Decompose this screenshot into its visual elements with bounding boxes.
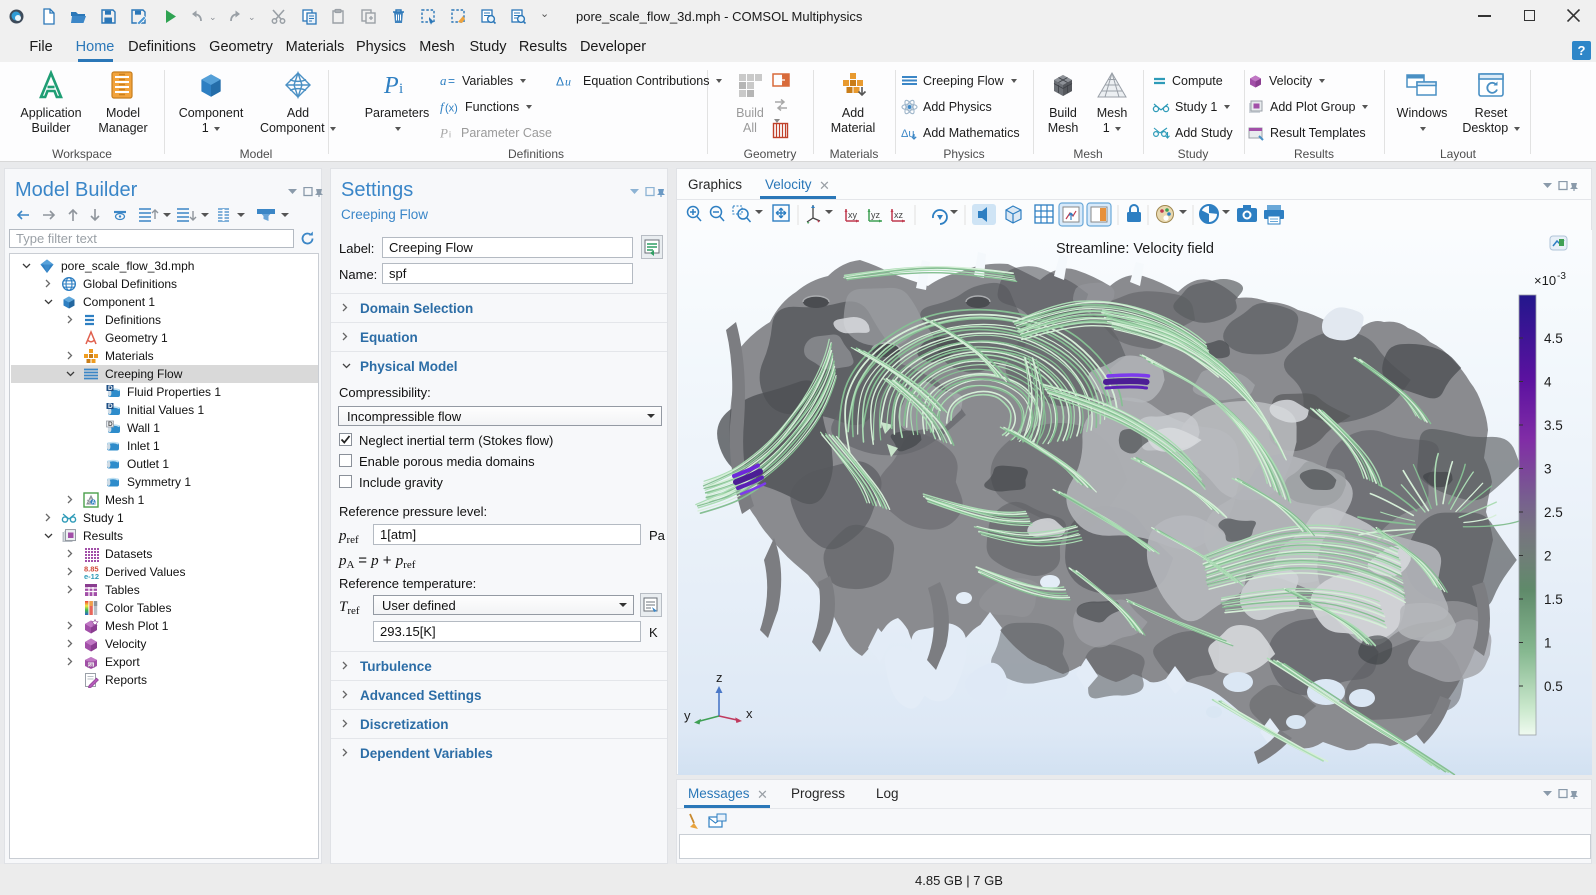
svg-text:-3: -3 [1557, 271, 1566, 282]
svg-text:Streamline: Velocity field: Streamline: Velocity field [1056, 241, 1214, 257]
svg-text:z: z [716, 670, 723, 685]
svg-text:Δ: Δ [556, 75, 564, 89]
svg-text:4.5: 4.5 [1544, 331, 1563, 346]
svg-text:e-12: e-12 [84, 572, 99, 580]
svg-text:1.5: 1.5 [1544, 592, 1563, 607]
svg-text:3: 3 [1544, 462, 1552, 477]
svg-text:D: D [108, 403, 113, 410]
svg-text:3.5: 3.5 [1544, 418, 1563, 433]
svg-text:xy: xy [848, 210, 858, 220]
svg-text:4: 4 [1544, 375, 1552, 390]
svg-text:a: a [440, 74, 447, 88]
svg-text:u: u [565, 75, 571, 89]
svg-text:xz: xz [894, 210, 904, 220]
svg-text:×10: ×10 [1534, 273, 1556, 288]
svg-text:i: i [399, 81, 403, 97]
svg-text:x: x [746, 706, 753, 721]
svg-text:=: = [448, 74, 455, 88]
svg-text:P: P [440, 126, 448, 140]
svg-text:59: 59 [88, 662, 94, 667]
svg-text:0.5: 0.5 [1544, 679, 1563, 694]
svg-text:yz: yz [871, 210, 881, 220]
svg-text:(x): (x) [445, 103, 458, 115]
svg-text:2: 2 [1544, 549, 1552, 564]
svg-text:D: D [108, 385, 113, 392]
svg-text:D: D [108, 421, 113, 428]
svg-text:2.5: 2.5 [1544, 505, 1563, 520]
svg-text:P: P [383, 73, 399, 98]
svg-text:i: i [449, 130, 451, 140]
svg-text:y: y [684, 708, 691, 723]
svg-text:1: 1 [1544, 636, 1552, 651]
